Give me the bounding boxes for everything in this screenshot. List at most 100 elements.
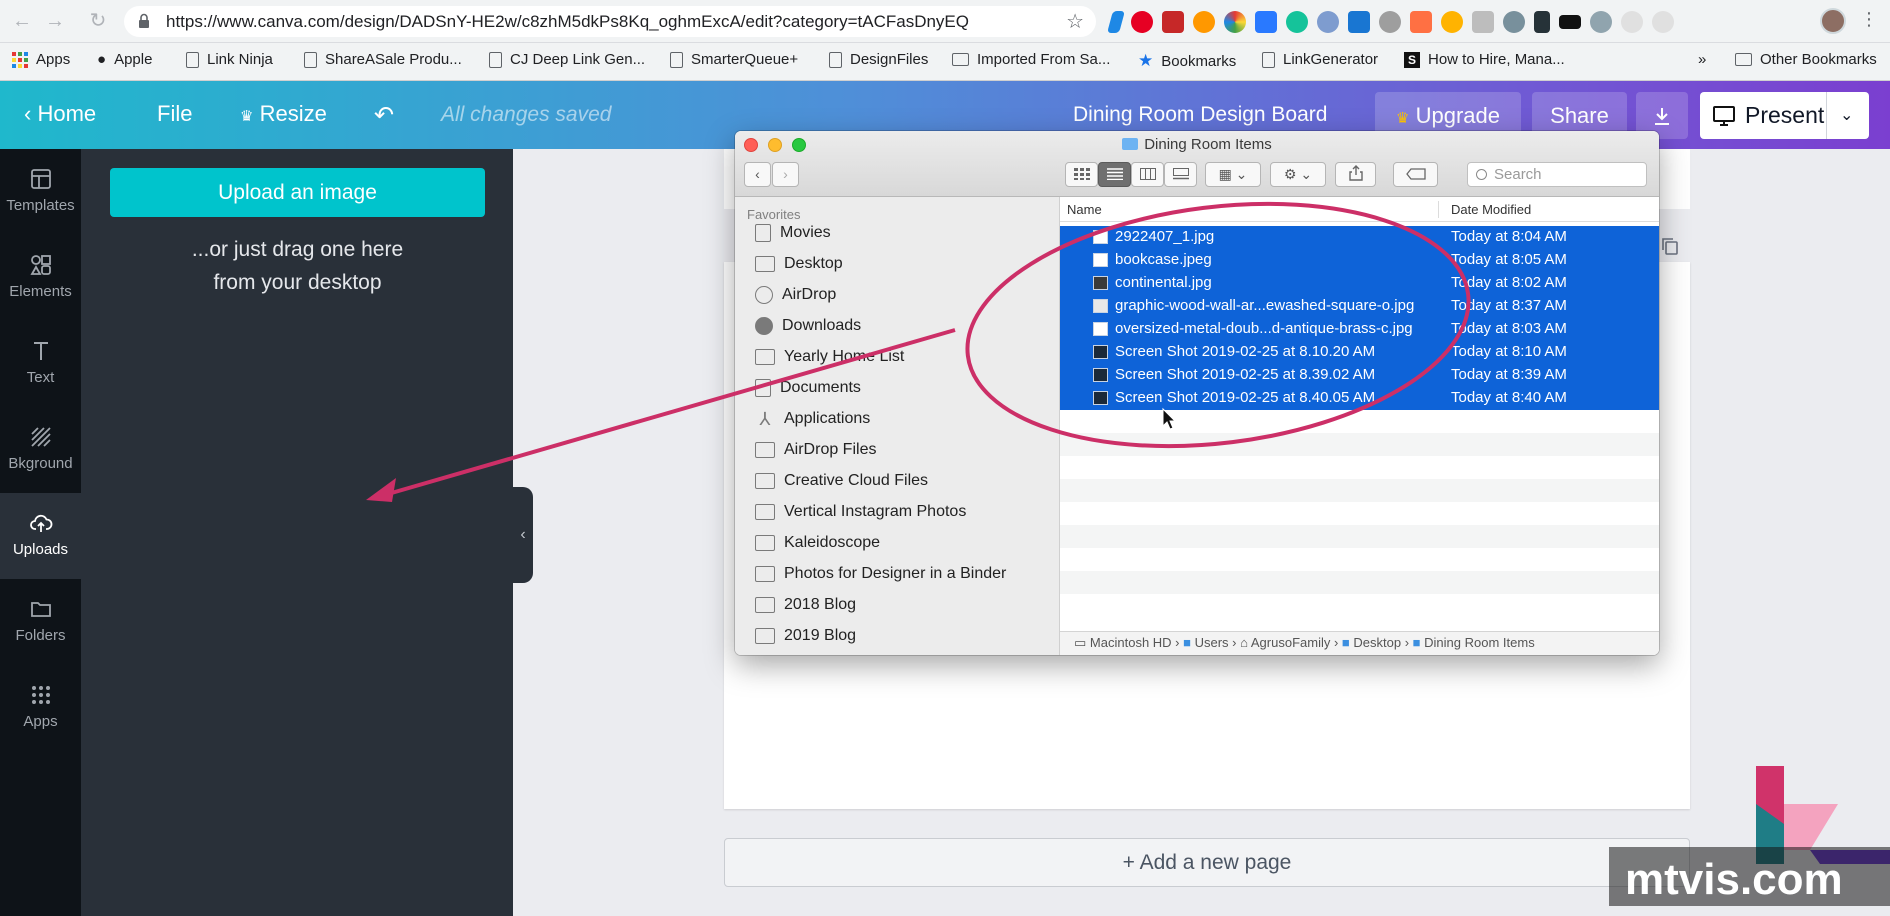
- share-button[interactable]: [1335, 162, 1376, 187]
- extension-icon[interactable]: [1162, 10, 1184, 33]
- bookmark-apple[interactable]: ● Apple: [97, 51, 152, 68]
- extension-icon[interactable]: [1348, 10, 1370, 33]
- pinterest-icon[interactable]: [1131, 10, 1153, 33]
- tag-icon[interactable]: [1441, 10, 1463, 33]
- chart-icon[interactable]: [1410, 10, 1432, 33]
- bookmarks-overflow[interactable]: »: [1698, 51, 1706, 68]
- back-button[interactable]: ‹: [744, 162, 771, 187]
- info-icon[interactable]: [1621, 10, 1643, 33]
- path-segment[interactable]: Macintosh HD: [1090, 635, 1172, 650]
- folder-icon: [952, 53, 969, 66]
- file-row[interactable]: Screen Shot 2019-02-25 at 8.10.20 AM Toda…: [1060, 341, 1659, 364]
- file-row[interactable]: Screen Shot 2019-02-25 at 8.40.05 AM Toda…: [1060, 387, 1659, 410]
- undo-icon[interactable]: ↶: [374, 101, 394, 130]
- file-row[interactable]: bookcase.jpeg Today at 8:05 AM: [1060, 249, 1659, 272]
- copy-page-icon[interactable]: [1660, 236, 1680, 256]
- list-view-button[interactable]: [1098, 162, 1131, 187]
- date-column-header[interactable]: Date Modified: [1451, 202, 1531, 217]
- chevron-down-icon[interactable]: ⌄: [1840, 92, 1853, 139]
- collapse-panel-tab[interactable]: ‹: [513, 487, 533, 583]
- tags-button[interactable]: [1393, 162, 1438, 187]
- sidebar-item-kaleidoscope[interactable]: Kaleidoscope: [755, 530, 880, 556]
- extension-icon[interactable]: [1193, 10, 1215, 33]
- finder-search-field[interactable]: Search: [1467, 162, 1647, 187]
- home-button[interactable]: ‹ Home: [24, 101, 96, 127]
- bookmark-how-to-hire[interactable]: S How to Hire, Mana...: [1404, 51, 1565, 68]
- address-bar[interactable]: https://www.canva.com/design/DADSnY-HE2w…: [124, 6, 1096, 37]
- bookmark-bookmarks[interactable]: ★ Bookmarks: [1138, 51, 1236, 71]
- rail-elements[interactable]: Elements: [0, 235, 81, 321]
- file-menu[interactable]: File: [157, 101, 192, 127]
- icon-view-button[interactable]: [1065, 162, 1098, 187]
- gear-icon[interactable]: [1379, 10, 1401, 33]
- group-by-button[interactable]: ▦ ⌄: [1205, 162, 1261, 187]
- bookmark-apps[interactable]: Apps: [12, 51, 70, 68]
- extension-icon[interactable]: [1590, 10, 1612, 33]
- extension-icon[interactable]: [1255, 10, 1277, 33]
- bookmark-smarterqueue[interactable]: SmarterQueue+: [670, 51, 798, 68]
- add-page-button[interactable]: + Add a new page: [724, 838, 1690, 887]
- gallery-view-button[interactable]: [1164, 162, 1197, 187]
- sidebar-item-photos-binder[interactable]: Photos for Designer in a Binder: [755, 561, 1006, 587]
- bookmark-other[interactable]: Other Bookmarks: [1735, 51, 1877, 68]
- bookmark-linkgenerator[interactable]: LinkGenerator: [1262, 51, 1378, 68]
- extension-icon[interactable]: [1107, 10, 1125, 33]
- rail-text[interactable]: Text: [0, 321, 81, 407]
- bookmark-cj-deep-link[interactable]: CJ Deep Link Gen...: [489, 51, 645, 68]
- sidebar-item-2018-blog[interactable]: 2018 Blog: [755, 592, 856, 618]
- more-menu-icon[interactable]: ⋮: [1860, 9, 1878, 33]
- name-column-header[interactable]: Name: [1067, 202, 1102, 217]
- bookmark-star-icon[interactable]: ☆: [1066, 9, 1084, 34]
- rail-templates[interactable]: Templates: [0, 149, 81, 235]
- sidebar-item-desktop[interactable]: Desktop: [755, 251, 843, 277]
- present-button[interactable]: Present ⌄: [1700, 92, 1869, 139]
- file-row[interactable]: graphic-wood-wall-ar...ewashed-square-o.…: [1060, 295, 1659, 318]
- profile-avatar[interactable]: [1820, 8, 1846, 34]
- path-segment[interactable]: Users: [1195, 635, 1229, 650]
- sidebar-item-creative-cloud[interactable]: Creative Cloud Files: [755, 468, 928, 494]
- path-segment[interactable]: Dining Room Items: [1424, 635, 1535, 650]
- design-title[interactable]: Dining Room Design Board: [1073, 103, 1327, 127]
- bookmark-shareasale[interactable]: ShareASale Produ...: [304, 51, 462, 68]
- sidebar-item-2019-blog[interactable]: 2019 Blog: [755, 623, 856, 649]
- file-row[interactable]: Screen Shot 2019-02-25 at 8.39.02 AM Toda…: [1060, 364, 1659, 387]
- sidebar-item-yearly-home-list[interactable]: Yearly Home List: [755, 344, 904, 370]
- video-camera-icon[interactable]: [1559, 14, 1581, 29]
- file-row[interactable]: 2922407_1.jpg Today at 8:04 AM: [1060, 226, 1659, 249]
- forward-button[interactable]: ›: [772, 162, 799, 187]
- action-menu-button[interactable]: ⚙ ⌄: [1270, 162, 1326, 187]
- info-icon[interactable]: [1652, 10, 1674, 33]
- bookmark-imported[interactable]: Imported From Sa...: [952, 51, 1110, 68]
- rail-background[interactable]: Bkground: [0, 407, 81, 493]
- sidebar-item-airdrop[interactable]: AirDrop: [755, 282, 836, 308]
- extension-icon[interactable]: [1503, 10, 1525, 33]
- forward-arrow-icon[interactable]: →: [43, 9, 67, 33]
- color-picker-icon[interactable]: [1224, 10, 1246, 33]
- reload-icon[interactable]: ↻: [86, 9, 110, 33]
- sidebar-item-documents[interactable]: Documents: [755, 375, 861, 401]
- link-icon[interactable]: [1317, 10, 1339, 33]
- apps-grid-icon: [12, 51, 28, 68]
- sidebar-item-airdrop-files[interactable]: AirDrop Files: [755, 437, 876, 463]
- resize-button[interactable]: ♛ Resize: [240, 101, 327, 127]
- rail-folders[interactable]: Folders: [0, 579, 81, 665]
- sidebar-item-vertical-instagram[interactable]: Vertical Instagram Photos: [755, 499, 966, 525]
- page-icon: [1262, 51, 1275, 68]
- rail-uploads[interactable]: Uploads: [0, 493, 81, 579]
- sidebar-item-downloads[interactable]: Downloads: [755, 313, 861, 339]
- path-segment[interactable]: Desktop: [1353, 635, 1401, 650]
- upload-image-button[interactable]: Upload an image: [110, 168, 485, 217]
- bookmark-designfiles[interactable]: DesignFiles: [829, 51, 928, 68]
- path-segment[interactable]: AgrusoFamily: [1251, 635, 1330, 650]
- column-view-button[interactable]: [1131, 162, 1164, 187]
- pen-icon[interactable]: [1534, 10, 1550, 33]
- sidebar-item-movies[interactable]: Movies: [755, 220, 831, 246]
- file-row[interactable]: oversized-metal-doub...d-antique-brass-c…: [1060, 318, 1659, 341]
- file-row[interactable]: continental.jpg Today at 8:02 AM: [1060, 272, 1659, 295]
- extension-icon[interactable]: [1472, 10, 1494, 33]
- rail-apps[interactable]: Apps: [0, 665, 81, 751]
- back-arrow-icon[interactable]: ←: [10, 9, 34, 33]
- sidebar-item-applications[interactable]: ⅄ Applications: [755, 406, 871, 432]
- grammarly-icon[interactable]: [1286, 10, 1308, 33]
- bookmark-link-ninja[interactable]: Link Ninja: [186, 51, 273, 68]
